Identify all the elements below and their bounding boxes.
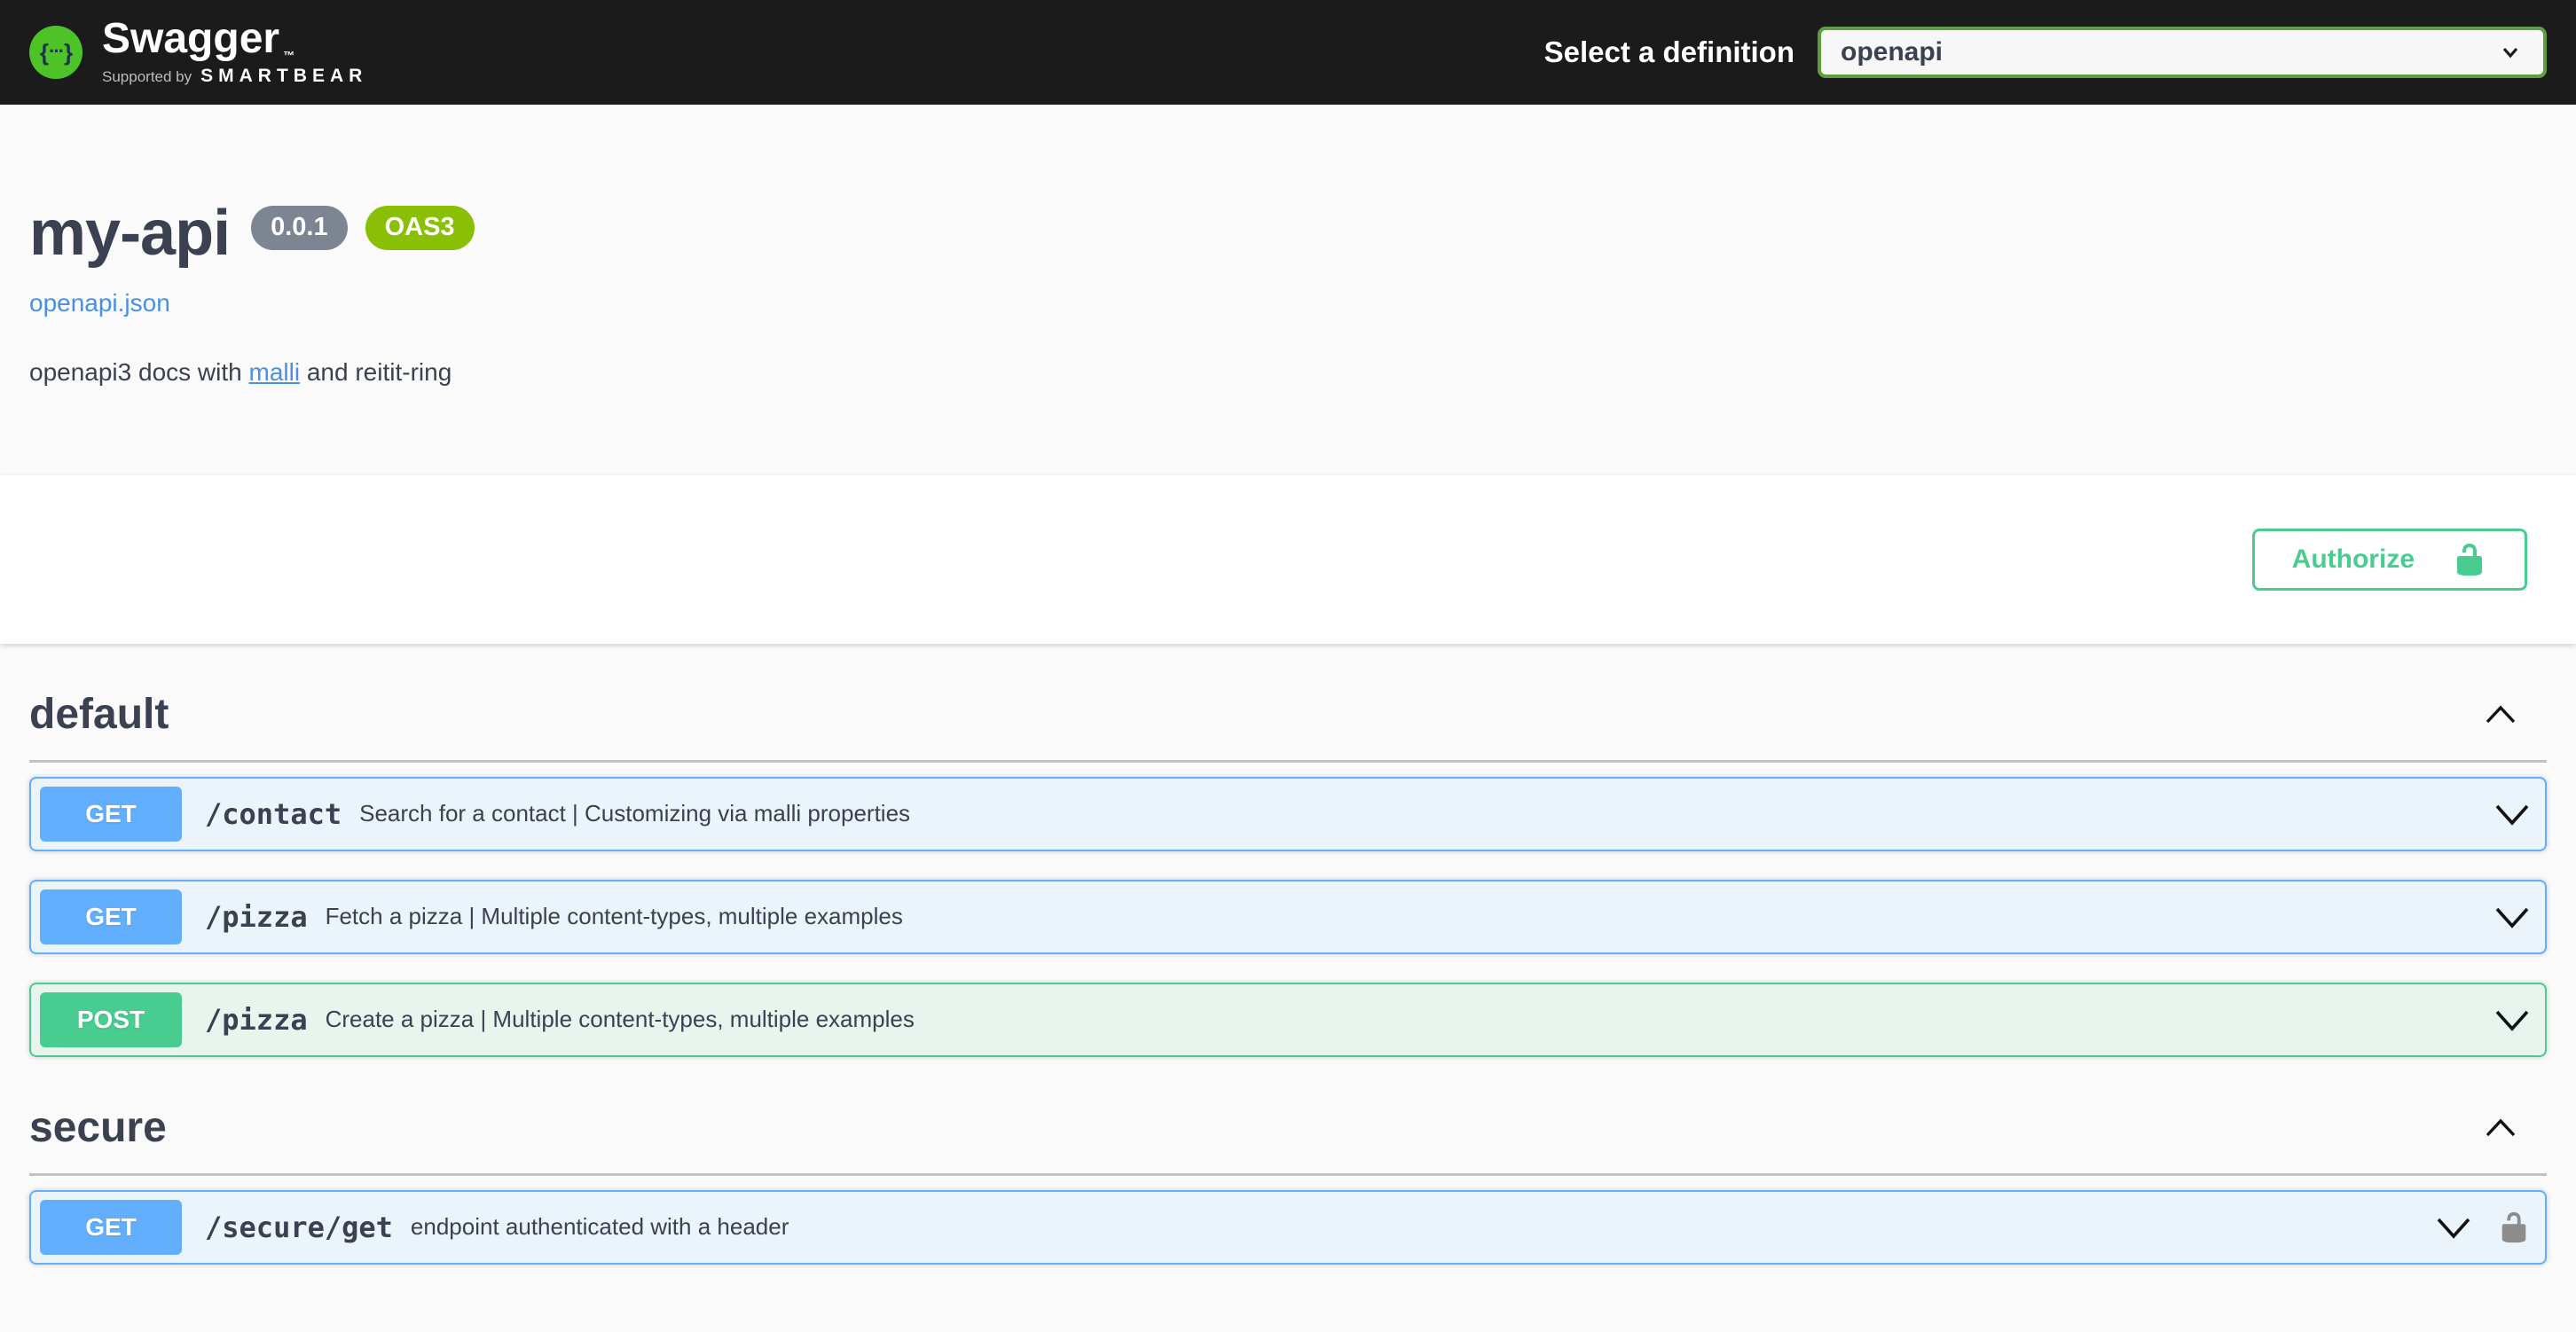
- select-chevron-down-icon: [2497, 39, 2524, 66]
- method-badge: GET: [40, 787, 182, 842]
- operations-list: GET /secure/get endpoint authenticated w…: [29, 1176, 2547, 1265]
- expand-operation-button[interactable]: [2494, 904, 2531, 930]
- title-row: my-api 0.0.1 OAS3: [29, 200, 2547, 268]
- chevron-up-icon: [2485, 702, 2517, 725]
- method-badge: GET: [40, 889, 182, 944]
- swagger-logo-icon: {···}: [29, 26, 82, 79]
- description-text: and reitit-ring: [300, 358, 452, 386]
- spec-link[interactable]: openapi.json: [29, 289, 170, 317]
- definition-area: Select a definition openapi: [1544, 27, 2547, 78]
- description-text: openapi3 docs with: [29, 358, 249, 386]
- smartbear-text: SMARTBEAR: [200, 66, 367, 87]
- malli-link[interactable]: malli: [249, 358, 301, 386]
- trademark-symbol: ™: [283, 49, 295, 62]
- operation-summary: Search for a contact | Customizing via m…: [359, 800, 910, 827]
- operation-path: /pizza: [205, 900, 308, 934]
- auth-lock-button[interactable]: [2497, 1210, 2531, 1245]
- api-section: secure GET /secure/get endpoint authenti…: [29, 1098, 2547, 1265]
- expand-operation-button[interactable]: [2494, 1007, 2531, 1033]
- authorize-label: Authorize: [2292, 545, 2415, 575]
- operation-summary: endpoint authenticated with a header: [411, 1213, 789, 1241]
- api-section: default GET /contact Search for a contac…: [29, 685, 2547, 1057]
- chevron-down-icon: [2494, 1007, 2531, 1033]
- expand-operation-button[interactable]: [2494, 801, 2531, 827]
- expand-operation-button[interactable]: [2435, 1214, 2472, 1241]
- operation-row[interactable]: GET /contact Search for a contact | Cust…: [29, 777, 2547, 851]
- operation-path: /pizza: [205, 1003, 308, 1037]
- scheme-container: Authorize: [0, 475, 2576, 644]
- page-title: my-api: [29, 200, 230, 268]
- unlock-icon: [2452, 542, 2487, 577]
- authorize-button[interactable]: Authorize: [2252, 529, 2527, 591]
- logo-text: Swagger™ Supported by SMARTBEAR: [102, 18, 367, 87]
- select-definition-label: Select a definition: [1544, 35, 1795, 69]
- api-info-section: my-api 0.0.1 OAS3 openapi.json openapi3 …: [0, 105, 2576, 387]
- operations-wrapper: default GET /contact Search for a contac…: [0, 685, 2576, 1332]
- definition-select[interactable]: openapi: [1818, 27, 2547, 78]
- operation-summary: Create a pizza | Multiple content-types,…: [326, 1006, 915, 1033]
- method-badge: POST: [40, 992, 182, 1047]
- chevron-down-icon: [2494, 801, 2531, 827]
- supported-by-line: Supported by SMARTBEAR: [102, 66, 367, 87]
- lock-icon: [2497, 1210, 2531, 1245]
- operation-row[interactable]: GET /secure/get endpoint authenticated w…: [29, 1190, 2547, 1265]
- operation-controls: [2494, 904, 2531, 930]
- collapse-section-button[interactable]: [2463, 702, 2538, 725]
- collapse-section-button[interactable]: [2463, 1116, 2538, 1139]
- chevron-down-icon: [2435, 1214, 2472, 1241]
- supported-by-text: Supported by: [102, 68, 192, 86]
- operation-controls: [2494, 1007, 2531, 1033]
- section-header[interactable]: secure: [29, 1098, 2547, 1176]
- operation-controls: [2435, 1210, 2531, 1245]
- operation-controls: [2494, 801, 2531, 827]
- definition-select-value: openapi: [1841, 37, 1943, 67]
- swagger-logo[interactable]: {···} Swagger™ Supported by SMARTBEAR: [29, 18, 367, 87]
- logo-dots: ···: [49, 40, 63, 63]
- chevron-up-icon: [2485, 1116, 2517, 1139]
- operation-summary: Fetch a pizza | Multiple content-types, …: [326, 903, 903, 930]
- operation-path: /contact: [205, 797, 342, 831]
- oas3-badge: OAS3: [365, 206, 475, 250]
- operations-list: GET /contact Search for a contact | Cust…: [29, 763, 2547, 1057]
- logo-brace: }: [64, 39, 72, 67]
- method-badge: GET: [40, 1200, 182, 1255]
- logo-brace: {: [40, 39, 48, 67]
- section-title: default: [29, 690, 169, 739]
- chevron-down-icon: [2494, 904, 2531, 930]
- topbar: {···} Swagger™ Supported by SMARTBEAR Se…: [0, 0, 2576, 105]
- section-title: secure: [29, 1103, 167, 1152]
- version-badge: 0.0.1: [251, 206, 348, 250]
- operation-path: /secure/get: [205, 1211, 393, 1244]
- section-header[interactable]: default: [29, 685, 2547, 763]
- operation-row[interactable]: GET /pizza Fetch a pizza | Multiple cont…: [29, 880, 2547, 954]
- api-description: openapi3 docs with malli and reitit-ring: [29, 358, 2547, 387]
- brand-name: Swagger™: [102, 18, 367, 60]
- operation-row[interactable]: POST /pizza Create a pizza | Multiple co…: [29, 983, 2547, 1057]
